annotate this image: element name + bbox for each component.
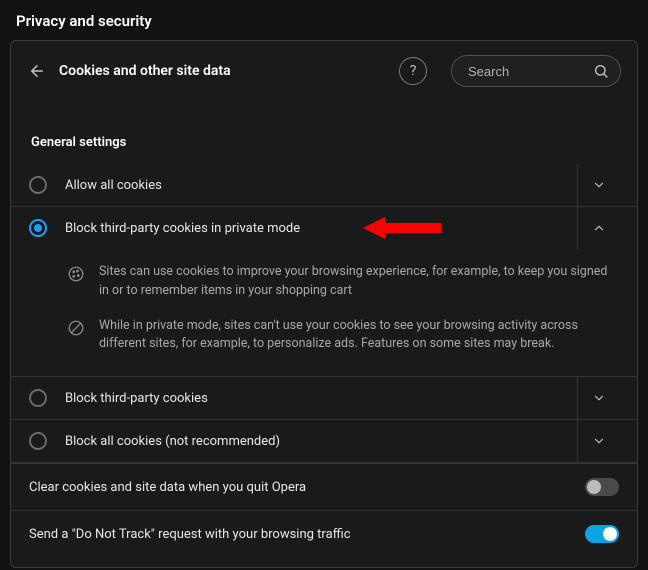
option-label: Block third-party cookies [65, 391, 577, 406]
option-block-3p[interactable]: Block third-party cookies [11, 377, 637, 420]
expand-button[interactable] [577, 164, 619, 206]
panel-title: Cookies and other site data [59, 63, 387, 79]
option-label: Block all cookies (not recommended) [65, 434, 577, 449]
collapse-button[interactable] [577, 207, 619, 249]
chevron-down-icon [592, 391, 606, 405]
option-details: Sites can use cookies to improve your br… [11, 249, 637, 377]
info-line-block: While in private mode, sites can't use y… [67, 309, 619, 363]
setting-label: Send a "Do Not Track" request with your … [29, 527, 585, 542]
info-text: Sites can use cookies to improve your br… [99, 263, 619, 301]
radio-icon [29, 432, 47, 450]
toggle-switch[interactable] [585, 525, 619, 543]
setting-label: Clear cookies and site data when you qui… [29, 480, 585, 495]
arrow-left-icon [28, 62, 46, 80]
cookie-icon [67, 265, 85, 283]
search-input[interactable] [451, 55, 621, 87]
section-title: General settings [11, 99, 637, 164]
help-button[interactable]: ? [399, 57, 427, 85]
setting-do-not-track[interactable]: Send a "Do Not Track" request with your … [11, 510, 637, 557]
option-label: Block third-party cookies in private mod… [65, 221, 577, 236]
option-label: Allow all cookies [65, 178, 577, 193]
setting-clear-on-quit[interactable]: Clear cookies and site data when you qui… [11, 463, 637, 510]
settings-panel: Cookies and other site data ? General se… [10, 40, 638, 568]
chevron-up-icon [592, 221, 606, 235]
info-line-cookie: Sites can use cookies to improve your br… [67, 255, 619, 309]
radio-icon [29, 219, 47, 237]
option-block-all[interactable]: Block all cookies (not recommended) [11, 420, 637, 463]
option-block-3p-private[interactable]: Block third-party cookies in private mod… [11, 207, 637, 249]
block-icon [67, 319, 85, 337]
search-wrap [451, 55, 621, 87]
help-icon: ? [410, 63, 417, 79]
option-allow-all[interactable]: Allow all cookies [11, 164, 637, 207]
info-text: While in private mode, sites can't use y… [99, 317, 619, 355]
expand-button[interactable] [577, 420, 619, 462]
expand-button[interactable] [577, 377, 619, 419]
toggle-switch[interactable] [585, 478, 619, 496]
back-button[interactable] [27, 61, 47, 81]
chevron-down-icon [592, 178, 606, 192]
panel-header: Cookies and other site data ? [11, 41, 637, 99]
page-title: Privacy and security [0, 0, 648, 40]
radio-icon [29, 176, 47, 194]
chevron-down-icon [592, 434, 606, 448]
radio-icon [29, 389, 47, 407]
